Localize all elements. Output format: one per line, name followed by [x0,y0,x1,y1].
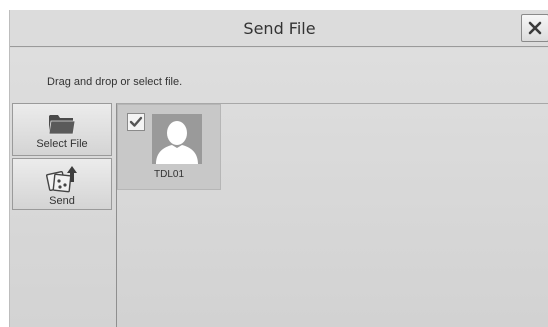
instruction-text: Drag and drop or select file. [47,76,183,88]
side-panel: Select File Send [12,103,112,327]
send-file-dialog: Send File Drag and drop or select file. … [9,10,548,327]
file-checkbox[interactable] [127,113,145,131]
close-button[interactable] [521,14,548,42]
file-drop-area[interactable]: TDL01 [116,103,548,327]
dialog-content: Drag and drop or select file. Select Fil… [10,48,548,327]
folder-icon [48,115,76,135]
send-files-icon [46,166,77,193]
title-bar: Send File [10,10,548,47]
select-file-button[interactable]: Select File [12,103,112,156]
file-item[interactable]: TDL01 [117,104,221,190]
user-avatar-icon [152,114,202,164]
close-icon [528,21,542,35]
file-name: TDL01 [153,169,184,180]
select-file-label: Select File [36,138,88,150]
send-button[interactable]: Send [12,158,112,210]
checkmark-icon [129,116,143,127]
send-label: Send [49,195,75,207]
dialog-title: Send File [243,19,316,38]
